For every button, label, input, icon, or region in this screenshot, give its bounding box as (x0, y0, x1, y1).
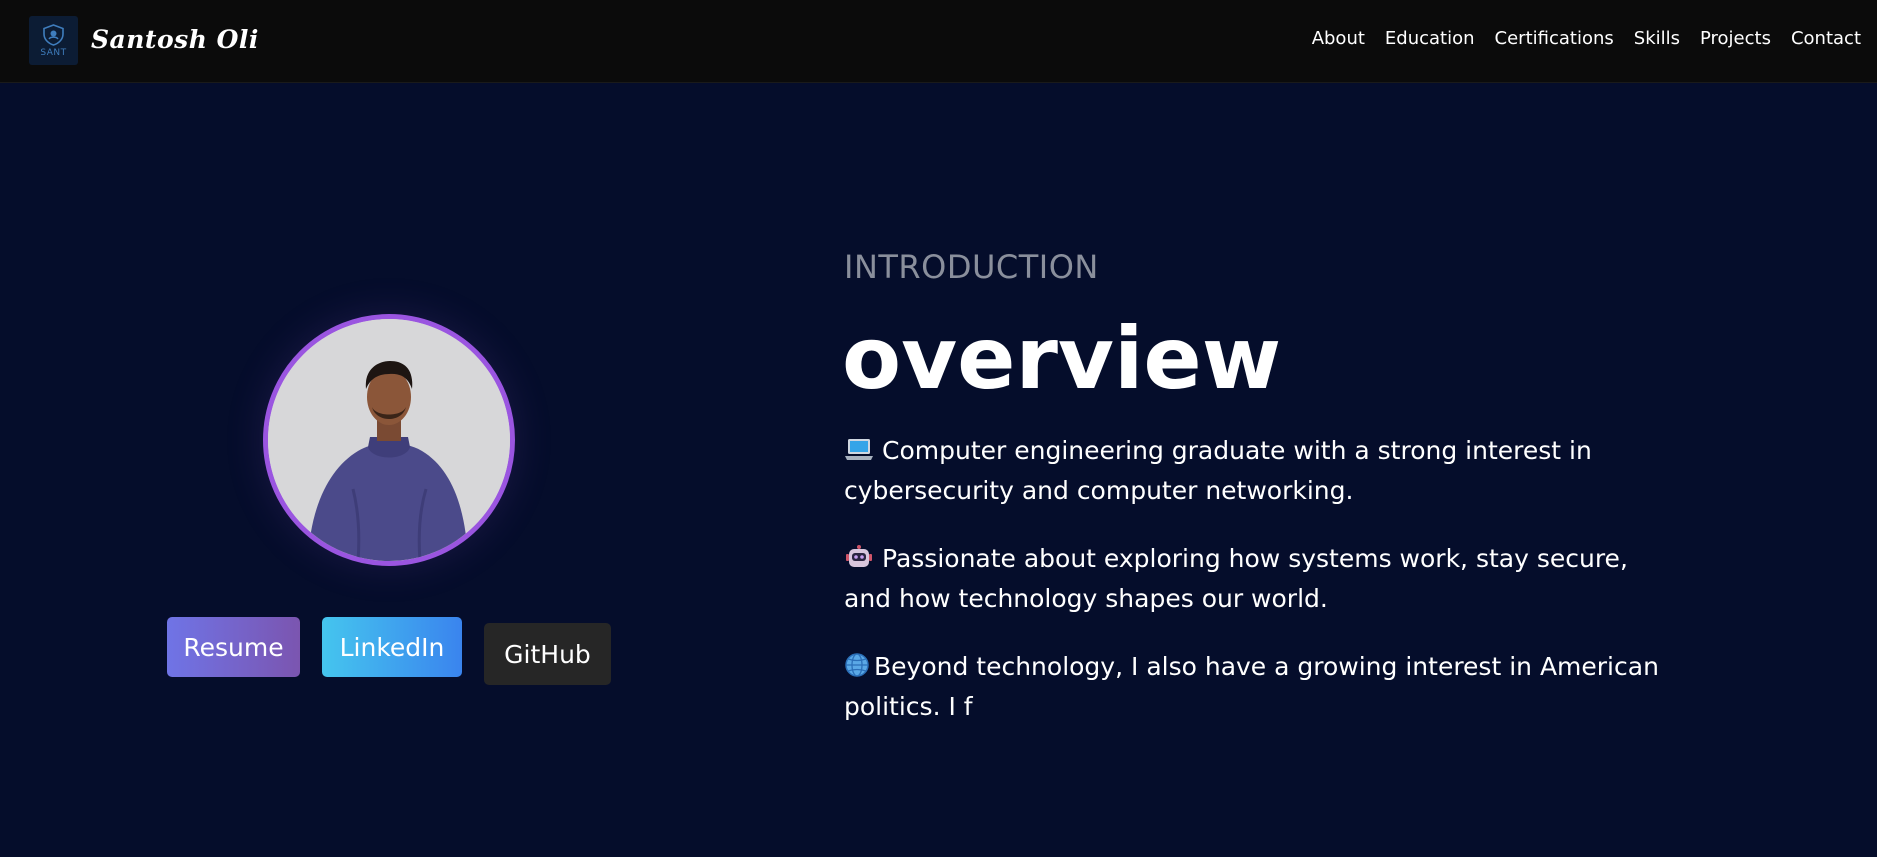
logo-text: SANT (40, 48, 67, 58)
paragraph-1-text: Computer engineering graduate with a str… (844, 436, 1592, 505)
brand-name[interactable]: Santosh Oli (91, 25, 259, 54)
paragraph-3-text: Beyond technology, I also have a growing… (844, 652, 1659, 721)
github-button[interactable]: GitHub (484, 623, 611, 685)
paragraph-2-text: Passionate about exploring how systems w… (844, 544, 1628, 613)
section-label: INTRODUCTION (844, 248, 1099, 286)
top-navbar: SANT Santosh Oli About Education Certifi… (0, 0, 1877, 83)
globe-icon (844, 650, 870, 677)
nav-education[interactable]: Education (1385, 28, 1475, 49)
overview-paragraph-1: Computer engineering graduate with a str… (844, 431, 1674, 511)
shield-icon (43, 24, 64, 46)
linkedin-button[interactable]: LinkedIn (322, 617, 462, 677)
nav-contact[interactable]: Contact (1791, 28, 1861, 49)
profile-avatar (263, 314, 515, 566)
resume-button[interactable]: Resume (167, 617, 300, 677)
nav-about[interactable]: About (1312, 28, 1365, 49)
overview-paragraph-3: Beyond technology, I also have a growing… (844, 647, 1674, 727)
overview-paragraph-2: Passionate about exploring how systems w… (844, 539, 1674, 619)
nav-links: About Education Certifications Skills Pr… (1312, 28, 1861, 49)
section-title: overview (842, 309, 1282, 409)
site-logo[interactable]: SANT (29, 16, 78, 65)
hero-section: Resume LinkedIn GitHub INTRODUCTION over… (0, 83, 1877, 857)
nav-projects[interactable]: Projects (1700, 28, 1771, 49)
nav-certifications[interactable]: Certifications (1495, 28, 1614, 49)
profile-photo (268, 319, 510, 561)
robot-icon (844, 542, 874, 568)
laptop-icon (844, 434, 874, 460)
nav-skills[interactable]: Skills (1634, 28, 1680, 49)
